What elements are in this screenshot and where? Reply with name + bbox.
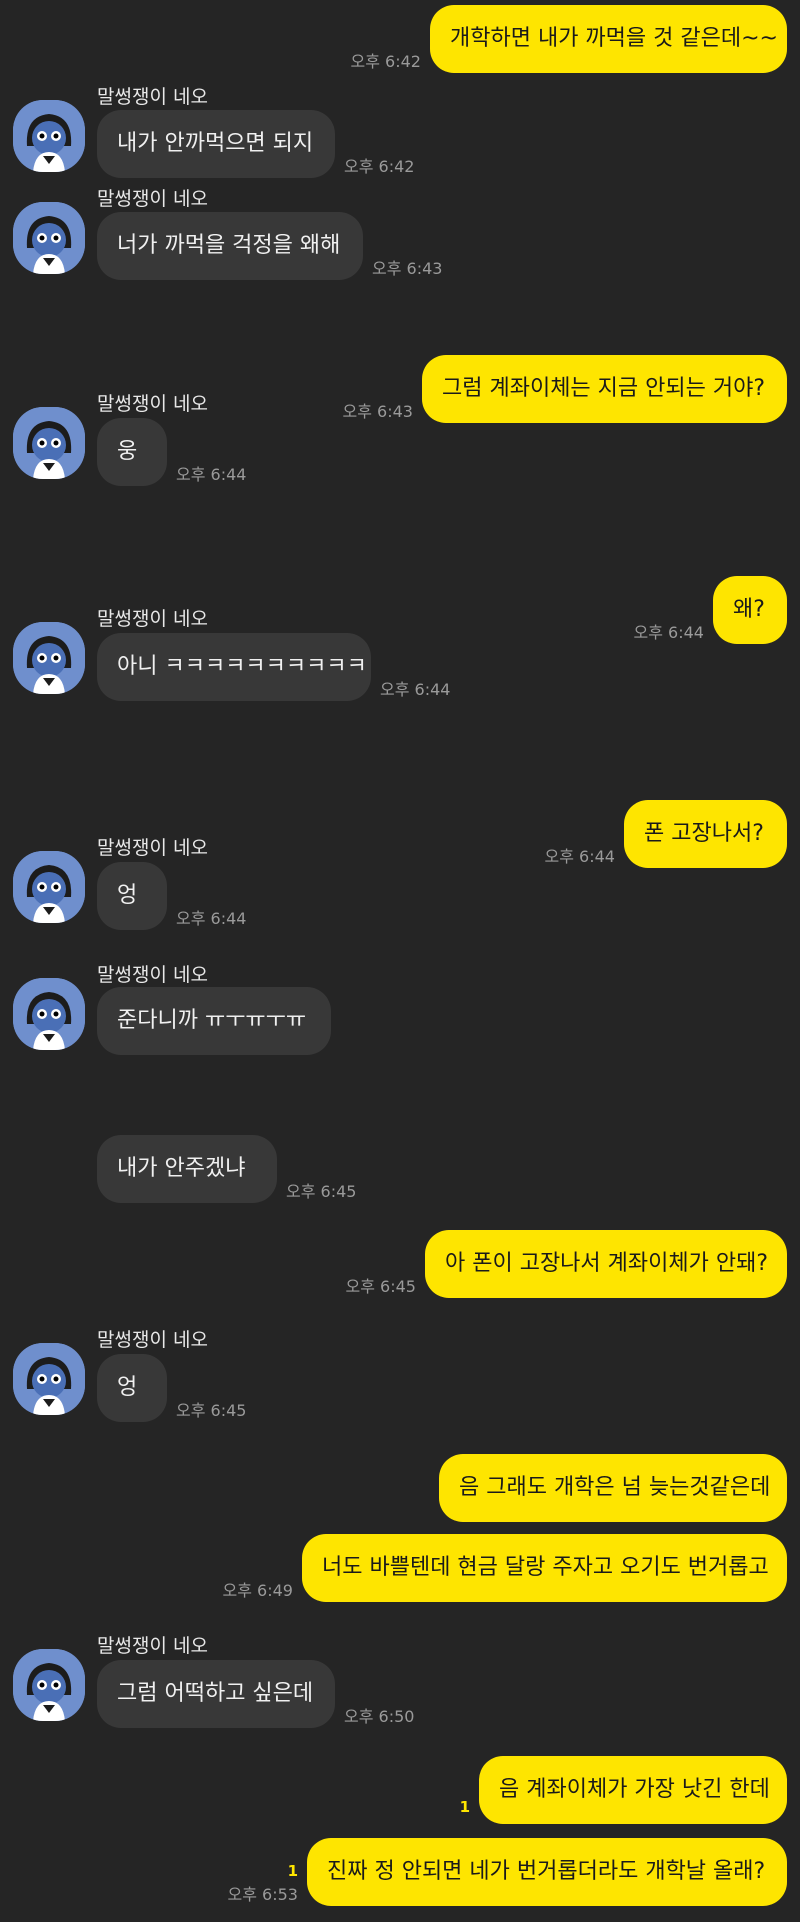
message-timestamp: 오후 6:42 xyxy=(350,52,421,71)
message-timestamp: 오후 6:42 xyxy=(344,157,415,176)
sender-name: 말썽쟁이 네오 xyxy=(97,86,208,108)
avatar[interactable] xyxy=(13,978,85,1050)
avatar[interactable] xyxy=(13,851,85,923)
sender-name: 말썽쟁이 네오 xyxy=(97,964,208,986)
sent-message-bubble[interactable]: 그럼 계좌이체는 지금 안되는 거야? xyxy=(422,355,787,423)
sender-name: 말썽쟁이 네오 xyxy=(97,608,208,630)
avatar[interactable] xyxy=(13,407,85,479)
sent-message-bubble[interactable]: 폰 고장나서? xyxy=(624,800,787,868)
message-timestamp: 오후 6:49 xyxy=(222,1581,293,1600)
avatar[interactable] xyxy=(13,622,85,694)
message-timestamp: 오후 6:43 xyxy=(372,259,443,278)
message-timestamp: 오후 6:44 xyxy=(544,847,615,866)
sender-name: 말썽쟁이 네오 xyxy=(97,1329,208,1351)
sender-name: 말썽쟁이 네오 xyxy=(97,837,208,859)
sender-name: 말썽쟁이 네오 xyxy=(97,393,208,415)
sender-name: 말썽쟁이 네오 xyxy=(97,188,208,210)
received-message-bubble[interactable]: 엉 xyxy=(97,862,167,930)
sent-message-bubble[interactable]: 음 계좌이체가 가장 낫긴 한데 xyxy=(479,1756,787,1824)
message-timestamp: 오후 6:44 xyxy=(380,680,451,699)
message-timestamp: 오후 6:45 xyxy=(176,1401,247,1420)
message-timestamp: 오후 6:45 xyxy=(286,1182,357,1201)
sent-message-bubble[interactable]: 음 그래도 개학은 넘 늦는것같은데 xyxy=(439,1454,787,1522)
received-message-bubble[interactable]: 너가 까먹을 걱정을 왜해 xyxy=(97,212,363,280)
unread-count: 1 xyxy=(287,1862,298,1880)
received-message-bubble[interactable]: 내가 안주겠냐 xyxy=(97,1135,277,1203)
message-timestamp: 오후 6:43 xyxy=(342,402,413,421)
avatar[interactable] xyxy=(13,100,85,172)
message-timestamp: 오후 6:50 xyxy=(344,1707,415,1726)
received-message-bubble[interactable]: 엉 xyxy=(97,1354,167,1422)
unread-count: 1 xyxy=(459,1798,470,1816)
received-message-bubble[interactable]: 아니 ㅋㅋㅋㅋㅋㅋㅋㅋㅋㅋ xyxy=(97,633,371,701)
sent-message-bubble[interactable]: 너도 바쁠텐데 현금 달랑 주자고 오기도 번거롭고 xyxy=(302,1534,787,1602)
received-message-bubble[interactable]: 웅 xyxy=(97,418,167,486)
received-message-bubble[interactable]: 내가 안까먹으면 되지 xyxy=(97,110,335,178)
avatar[interactable] xyxy=(13,1649,85,1721)
sent-message-bubble[interactable]: 왜? xyxy=(713,576,787,644)
message-timestamp: 오후 6:45 xyxy=(345,1277,416,1296)
message-timestamp: 오후 6:44 xyxy=(176,909,247,928)
received-message-bubble[interactable]: 준다니까 ㅠㅜㅠㅜㅠ xyxy=(97,987,331,1055)
sent-message-bubble[interactable]: 개학하면 내가 까먹을 것 같은데~~ xyxy=(430,5,787,73)
avatar[interactable] xyxy=(13,202,85,274)
sent-message-bubble[interactable]: 진짜 정 안되면 네가 번거롭더라도 개학날 올래? xyxy=(307,1838,787,1906)
message-timestamp: 오후 6:44 xyxy=(176,465,247,484)
avatar[interactable] xyxy=(13,1343,85,1415)
message-timestamp: 오후 6:53 xyxy=(227,1885,298,1904)
sent-message-bubble[interactable]: 아 폰이 고장나서 계좌이체가 안돼? xyxy=(425,1230,787,1298)
sender-name: 말썽쟁이 네오 xyxy=(97,1635,208,1657)
received-message-bubble[interactable]: 그럼 어떡하고 싶은데 xyxy=(97,1660,335,1728)
message-timestamp: 오후 6:44 xyxy=(633,623,704,642)
